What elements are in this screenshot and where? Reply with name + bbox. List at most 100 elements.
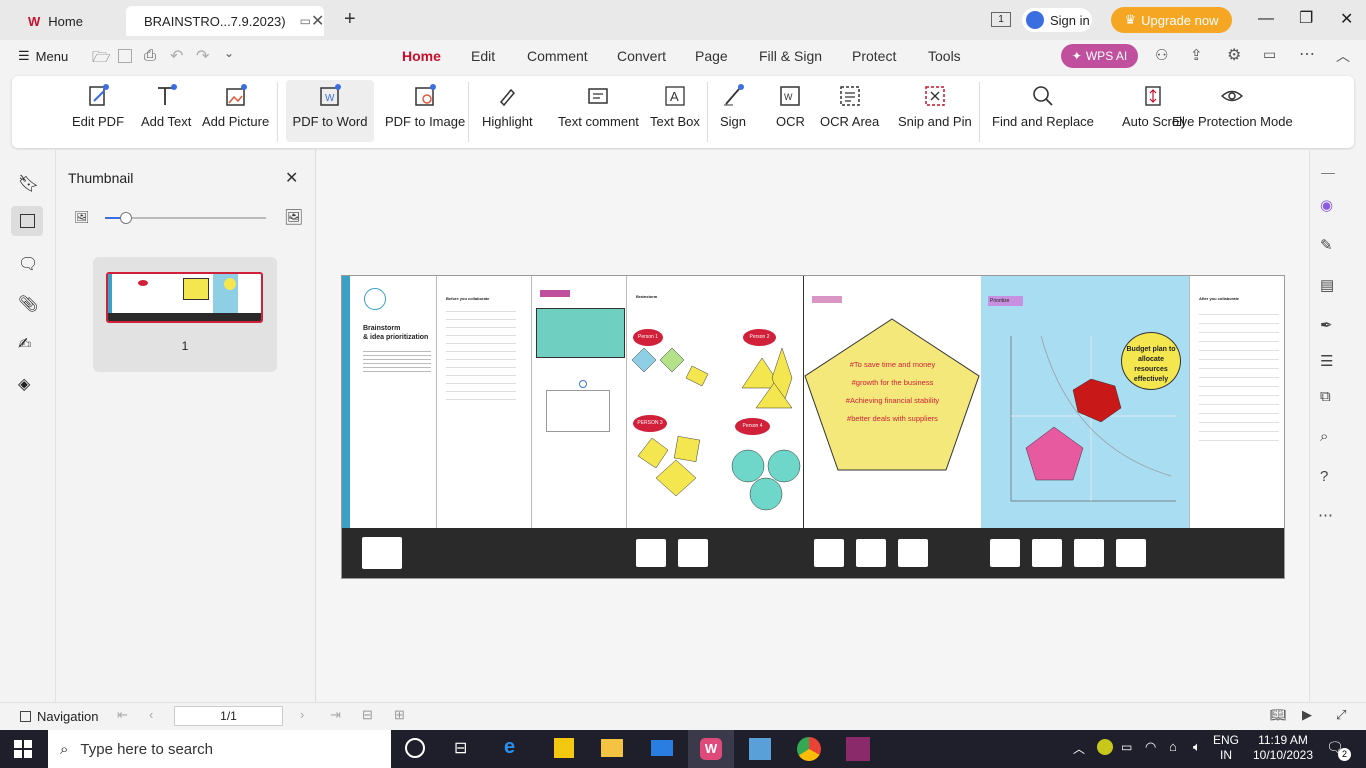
maximize-icon[interactable]: ❐ [1299,8,1313,28]
add-picture-button[interactable]: Add Picture [202,84,269,140]
network-icon[interactable]: ⌂ [1169,739,1177,754]
wps-ai-button[interactable]: ✦ WPS AI [1061,44,1138,68]
layers-icon[interactable]: ◈ [18,374,30,394]
restore-tab-icon[interactable]: ▭ [300,14,311,28]
forward-view-icon[interactable]: ⊞ [394,707,405,723]
undo-icon[interactable]: ↶ [170,46,183,66]
close-window-icon[interactable]: ✕ [1340,9,1353,29]
thumbnail-title: Thumbnail [68,170,134,186]
ai-eye-icon[interactable]: ◉ [1320,196,1333,214]
back-view-icon[interactable]: ⊟ [362,707,373,723]
edge-icon[interactable]: e [504,736,515,759]
menu-button[interactable]: ☰ Menu [18,48,68,64]
sign-in-button[interactable]: Sign in [1022,8,1092,32]
battery-icon[interactable]: ▭ [1121,740,1132,754]
document-icon[interactable]: ▤ [1320,276,1334,294]
new-tab-icon[interactable]: + [344,8,356,31]
zoom-slider-handle[interactable] [120,212,132,224]
eye-protection-button[interactable]: Eye Protection Mode [1172,84,1293,140]
edit-pdf-button[interactable]: Edit PDF [72,84,124,140]
navigation-icon [20,711,31,722]
play-icon[interactable]: ▶ [1302,707,1312,723]
save-icon[interactable] [118,49,132,63]
highlight-button[interactable]: Highlight [482,84,533,140]
windows-start-icon[interactable] [14,740,32,758]
snip-pin-button[interactable]: Snip and Pin [898,84,972,140]
redo-icon[interactable]: ↷ [196,46,209,66]
upgrade-button[interactable]: ♛ Upgrade now [1111,7,1232,33]
read-mode-icon[interactable]: 📖︎ [1270,707,1287,723]
prev-page-icon[interactable]: ‹ [149,707,153,722]
menu-tab-protect[interactable]: Protect [852,48,896,64]
attachment-icon[interactable]: 📎︎ [18,294,38,314]
menu-tab-page[interactable]: Page [695,48,728,64]
pen-tool-icon[interactable]: ✒ [1320,316,1333,334]
share-user-icon[interactable]: ⚇ [1155,46,1168,64]
menu-tab-edit[interactable]: Edit [471,48,495,64]
pdf-to-image-button[interactable]: PDF to Image [385,84,465,140]
wifi-icon[interactable]: ◠ [1145,739,1156,755]
menu-tab-fill-sign[interactable]: Fill & Sign [759,48,822,64]
collapse-ribbon-icon[interactable]: ︿ [1336,46,1350,66]
mail-icon[interactable] [651,740,673,756]
minimize-icon[interactable]: — [1258,10,1274,28]
cortana-icon[interactable] [405,738,425,758]
close-panel-icon[interactable]: ✕ [285,168,298,188]
settings-icon[interactable]: ⚙ [1227,45,1241,65]
language-indicator[interactable]: ENG IN [1213,733,1239,763]
text-comment-button[interactable]: Text comment [558,84,639,140]
volume-icon[interactable]: 🔈︎ [1193,739,1201,755]
open-file-icon[interactable]: 🗁 [92,47,111,72]
search-side-icon[interactable]: ⌕ [1320,428,1328,445]
menu-tab-tools[interactable]: Tools [928,48,961,64]
add-text-button[interactable]: Add Text [141,84,191,140]
text-box-button[interactable]: A Text Box [650,84,700,140]
bookmark-icon[interactable]: 🔖︎ [18,174,40,194]
signature-icon[interactable]: ✍︎ [18,334,31,354]
chrome-icon[interactable] [797,737,821,761]
chat-icon[interactable]: ▭ [1263,46,1276,63]
next-page-icon[interactable]: › [300,707,304,722]
page-count-icon[interactable]: 1 [991,12,1011,27]
taskbar-search-box[interactable]: ⌕ Type here to search [48,730,391,768]
page-thumbnail-card[interactable]: 1 [93,257,277,372]
more-quick-icon[interactable]: ⌄ [224,46,234,60]
sign-button[interactable]: Sign [720,84,746,140]
menu-tab-convert[interactable]: Convert [617,48,666,64]
first-page-icon[interactable]: ⇤ [117,707,128,723]
show-hidden-icons[interactable]: ︿ [1073,740,1085,757]
wps-taskbar-button[interactable]: W [688,730,734,768]
ocr-area-button[interactable]: OCR Area [820,84,879,140]
task-view-icon[interactable]: ⊟ [454,738,467,758]
clock[interactable]: 11:19 AM 10/10/2023 [1250,733,1316,763]
tab-home[interactable]: W Home [18,6,122,36]
format-icon[interactable]: ☰ [1320,352,1333,370]
thumbnail-panel-button[interactable] [11,206,43,236]
fullscreen-icon[interactable]: ⤢ [1336,707,1346,723]
navigation-button[interactable]: Navigation [20,709,98,724]
tab-document[interactable]: BRAINSTRO...7.9.2023) ▭ ✕ [126,6,324,36]
convert-icon[interactable]: ⧉ [1320,388,1331,405]
edit-side-icon[interactable]: ✎ [1320,236,1333,254]
ocr-button[interactable]: W OCR [776,84,805,140]
winrar-icon[interactable] [846,737,870,761]
collapse-icon[interactable]: — [1321,164,1335,180]
page-number-input[interactable]: 1/1 [174,706,283,726]
comment-icon[interactable]: 🗨︎ [18,254,38,274]
find-replace-button[interactable]: Find and Replace [992,84,1094,140]
help-icon[interactable]: ? [1320,468,1328,485]
pdf-to-word-button[interactable]: W PDF to Word [286,80,374,142]
close-tab-icon[interactable]: ✕ [311,11,324,31]
problem-box [536,308,625,358]
file-explorer-icon[interactable] [601,739,623,757]
tray-app-icon[interactable] [1097,739,1113,755]
snipping-tool-icon[interactable] [749,738,771,760]
export-icon[interactable]: ⇪ [1190,46,1203,64]
menu-tab-comment[interactable]: Comment [527,48,588,64]
more-side-icon[interactable]: ⋯ [1318,506,1333,524]
store-icon[interactable] [554,738,574,758]
last-page-icon[interactable]: ⇥ [330,707,341,723]
print-icon[interactable]: ⎙ [144,47,156,64]
menu-tab-home[interactable]: Home [402,48,441,64]
more-icon[interactable]: ⋯ [1299,44,1315,64]
